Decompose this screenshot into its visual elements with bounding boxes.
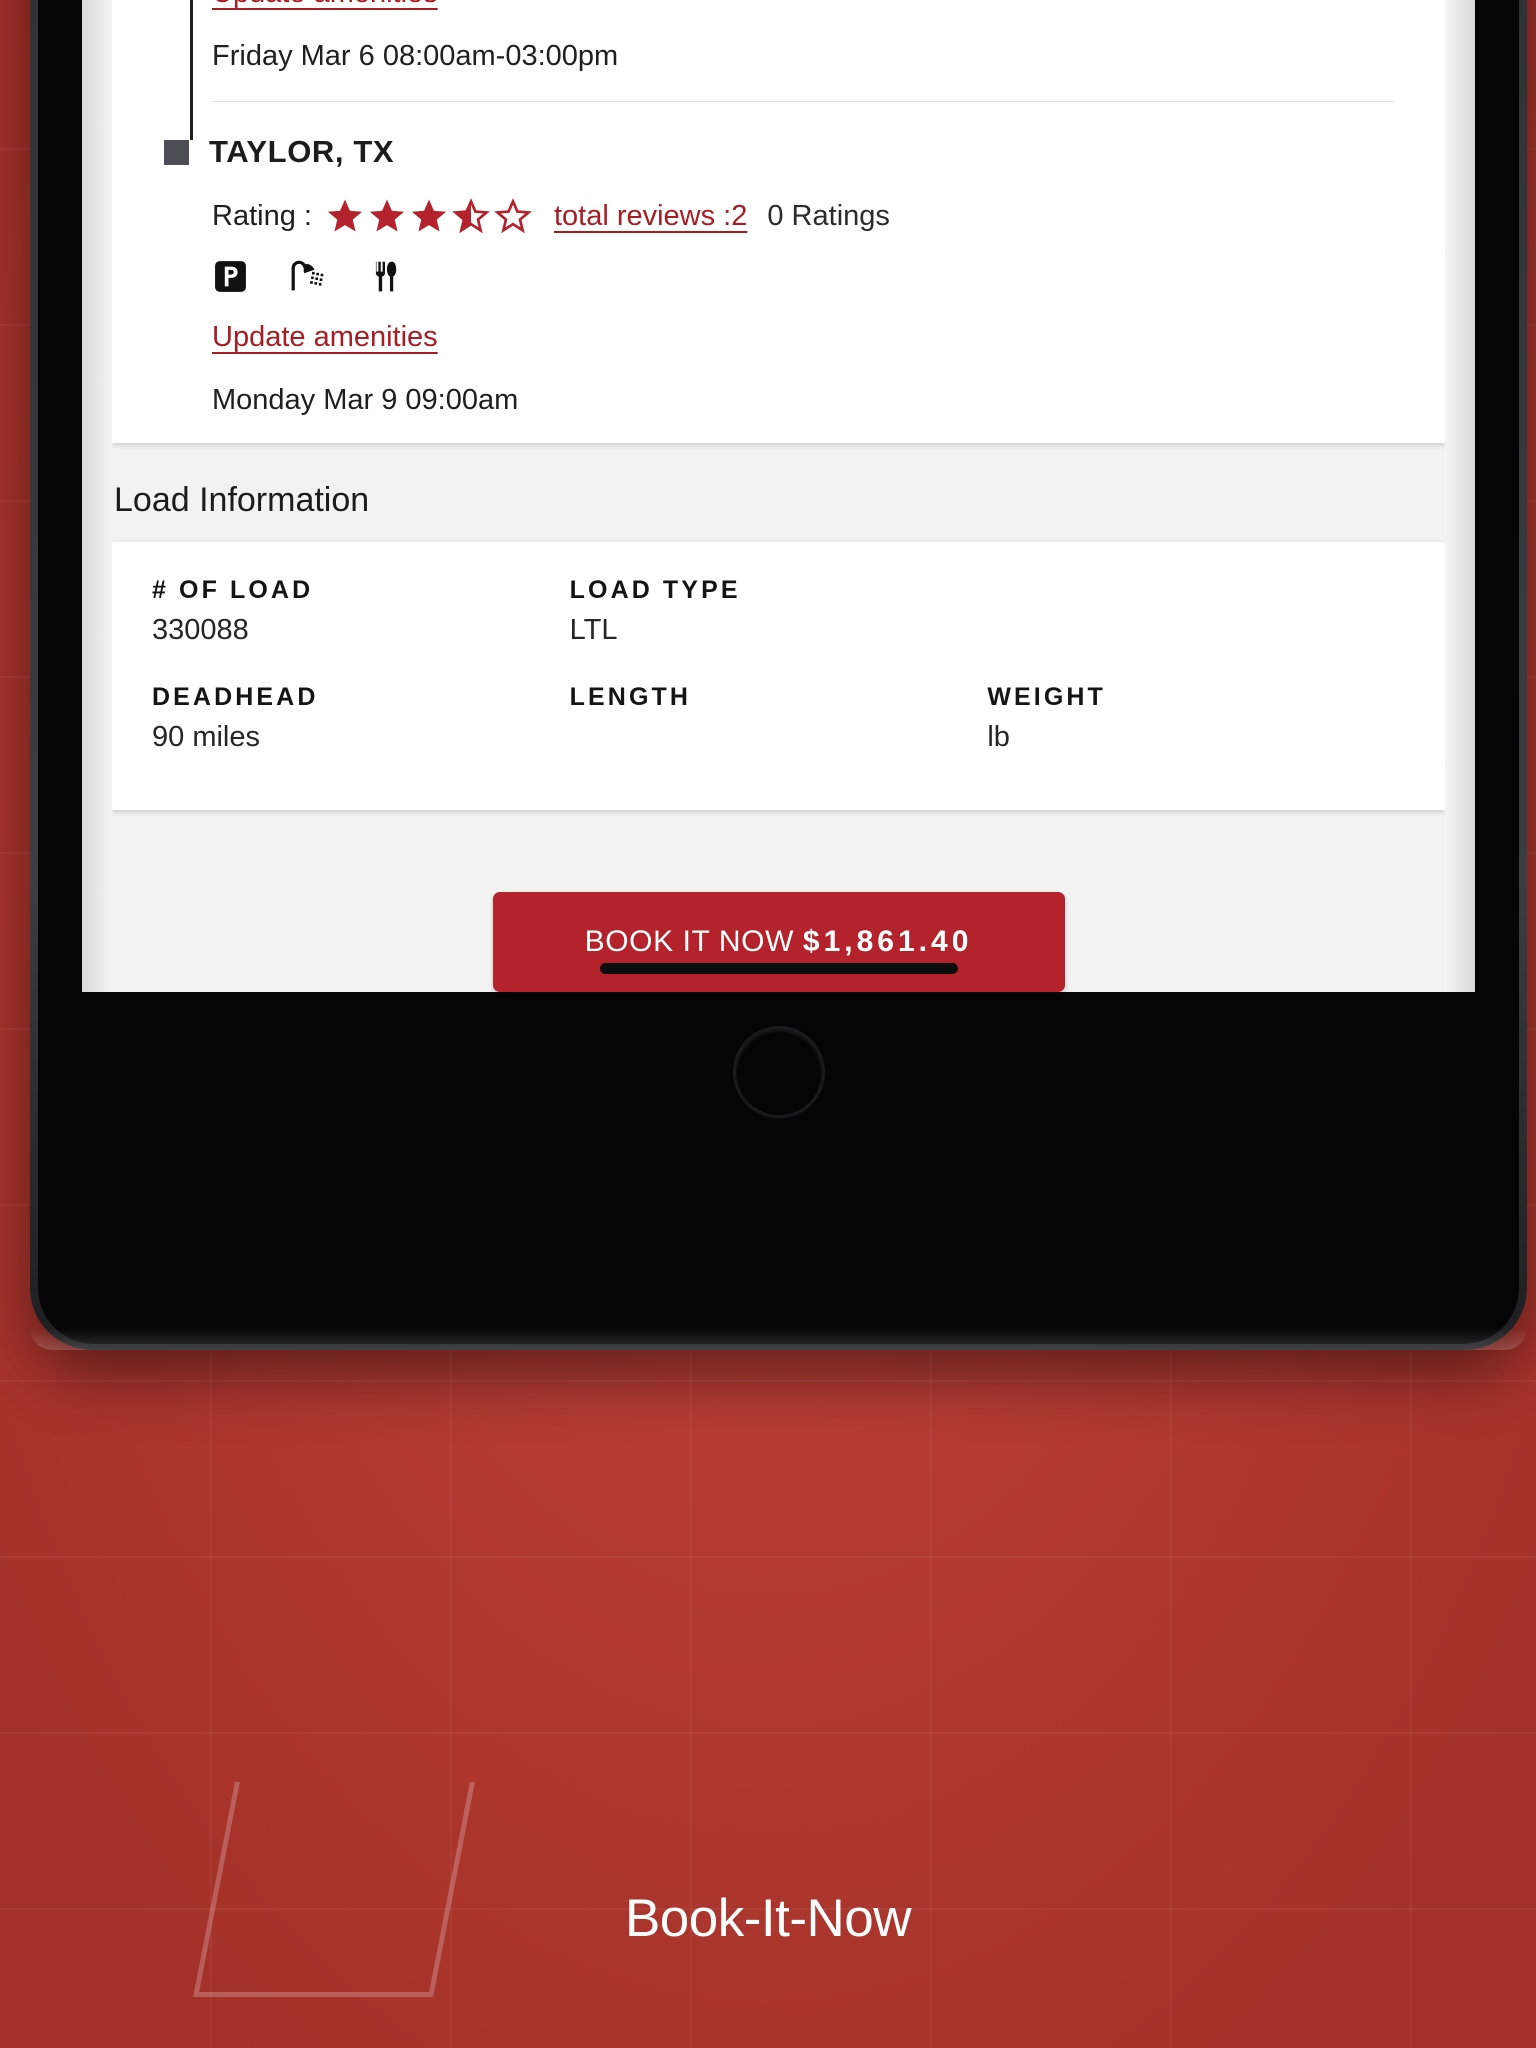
book-it-now-label: BOOK IT NOW [584, 925, 803, 958]
stop-header: TAYLOR, TX [164, 134, 1393, 170]
amenities-row [212, 253, 1393, 299]
star-filled-icon [411, 199, 447, 232]
screen-right-shade [1445, 0, 1475, 992]
load-field-value: 330088 [152, 614, 249, 646]
rating-row: Rating : total reviews:2 0 Ratings [212, 197, 1393, 235]
promo-stage: HAMILTON, OH Rating : [0, 0, 1536, 2048]
stop-divider [212, 101, 1393, 102]
rating-label: Rating : [212, 199, 312, 232]
promo-caption: Book-It-Now [624, 1889, 912, 1948]
home-button[interactable] [732, 1026, 825, 1118]
load-field-value: lb [987, 721, 1010, 753]
stop-schedule: Monday Mar 9 09:00am [212, 384, 519, 416]
stop-item: HAMILTON, OH Rating : [164, 0, 1393, 102]
stop-item: TAYLOR, TX Rating : total reviews:2 0 R… [164, 134, 1393, 417]
tablet-edge-highlight [30, 1328, 1527, 1350]
screen-left-shade [82, 0, 112, 992]
app-content: HAMILTON, OH Rating : [110, 0, 1447, 992]
star-filled-icon [327, 199, 363, 232]
stops-card: HAMILTON, OH Rating : [112, 0, 1445, 443]
tablet-device-frame: HAMILTON, OH Rating : [30, 0, 1527, 1350]
load-field-value [570, 721, 988, 790]
load-field-key [987, 576, 1405, 614]
star-half-icon [452, 198, 490, 234]
load-field-key: LOAD TYPE [569, 576, 741, 604]
home-indicator[interactable] [599, 963, 958, 974]
star-filled-icon [369, 199, 405, 232]
load-field-value: LTL [569, 614, 618, 646]
ratings-count: 0 Ratings [767, 199, 890, 232]
load-field-value: 90 miles [152, 721, 260, 753]
shower-icon [291, 260, 324, 290]
update-amenities-link[interactable]: Update amenities [212, 0, 438, 10]
load-information-card: # OF LOAD LOAD TYPE 330088 LTL DEADHEAD … [112, 542, 1445, 810]
cta-bar: BOOK IT NOW $1,861.40 [110, 868, 1447, 992]
total-reviews-link[interactable]: total reviews :2 [554, 200, 747, 233]
star-rating [326, 197, 532, 235]
update-amenities-link[interactable]: Update amenities [212, 321, 438, 354]
stop-name: TAYLOR, TX [209, 134, 395, 169]
load-information-grid: # OF LOAD LOAD TYPE 330088 LTL DEADHEAD … [152, 576, 1405, 790]
stop-schedule: Friday Mar 6 08:00am-03:00pm [212, 40, 619, 72]
tablet-screen: HAMILTON, OH Rating : [82, 0, 1475, 992]
load-field-key: DEADHEAD [152, 683, 319, 711]
square-marker-icon [164, 139, 189, 165]
parking-icon [215, 260, 246, 292]
load-information-title: Load Information [114, 481, 370, 519]
book-it-now-price: $1,861.40 [802, 925, 973, 958]
load-field-key: WEIGHT [987, 683, 1106, 711]
load-field-key: # OF LOAD [152, 576, 314, 604]
star-empty-icon [494, 198, 532, 234]
load-field-value [987, 614, 1405, 683]
restaurant-icon [374, 261, 397, 291]
load-field-key: LENGTH [569, 683, 692, 711]
book-it-now-button[interactable]: BOOK IT NOW $1,861.40 [492, 892, 1065, 992]
